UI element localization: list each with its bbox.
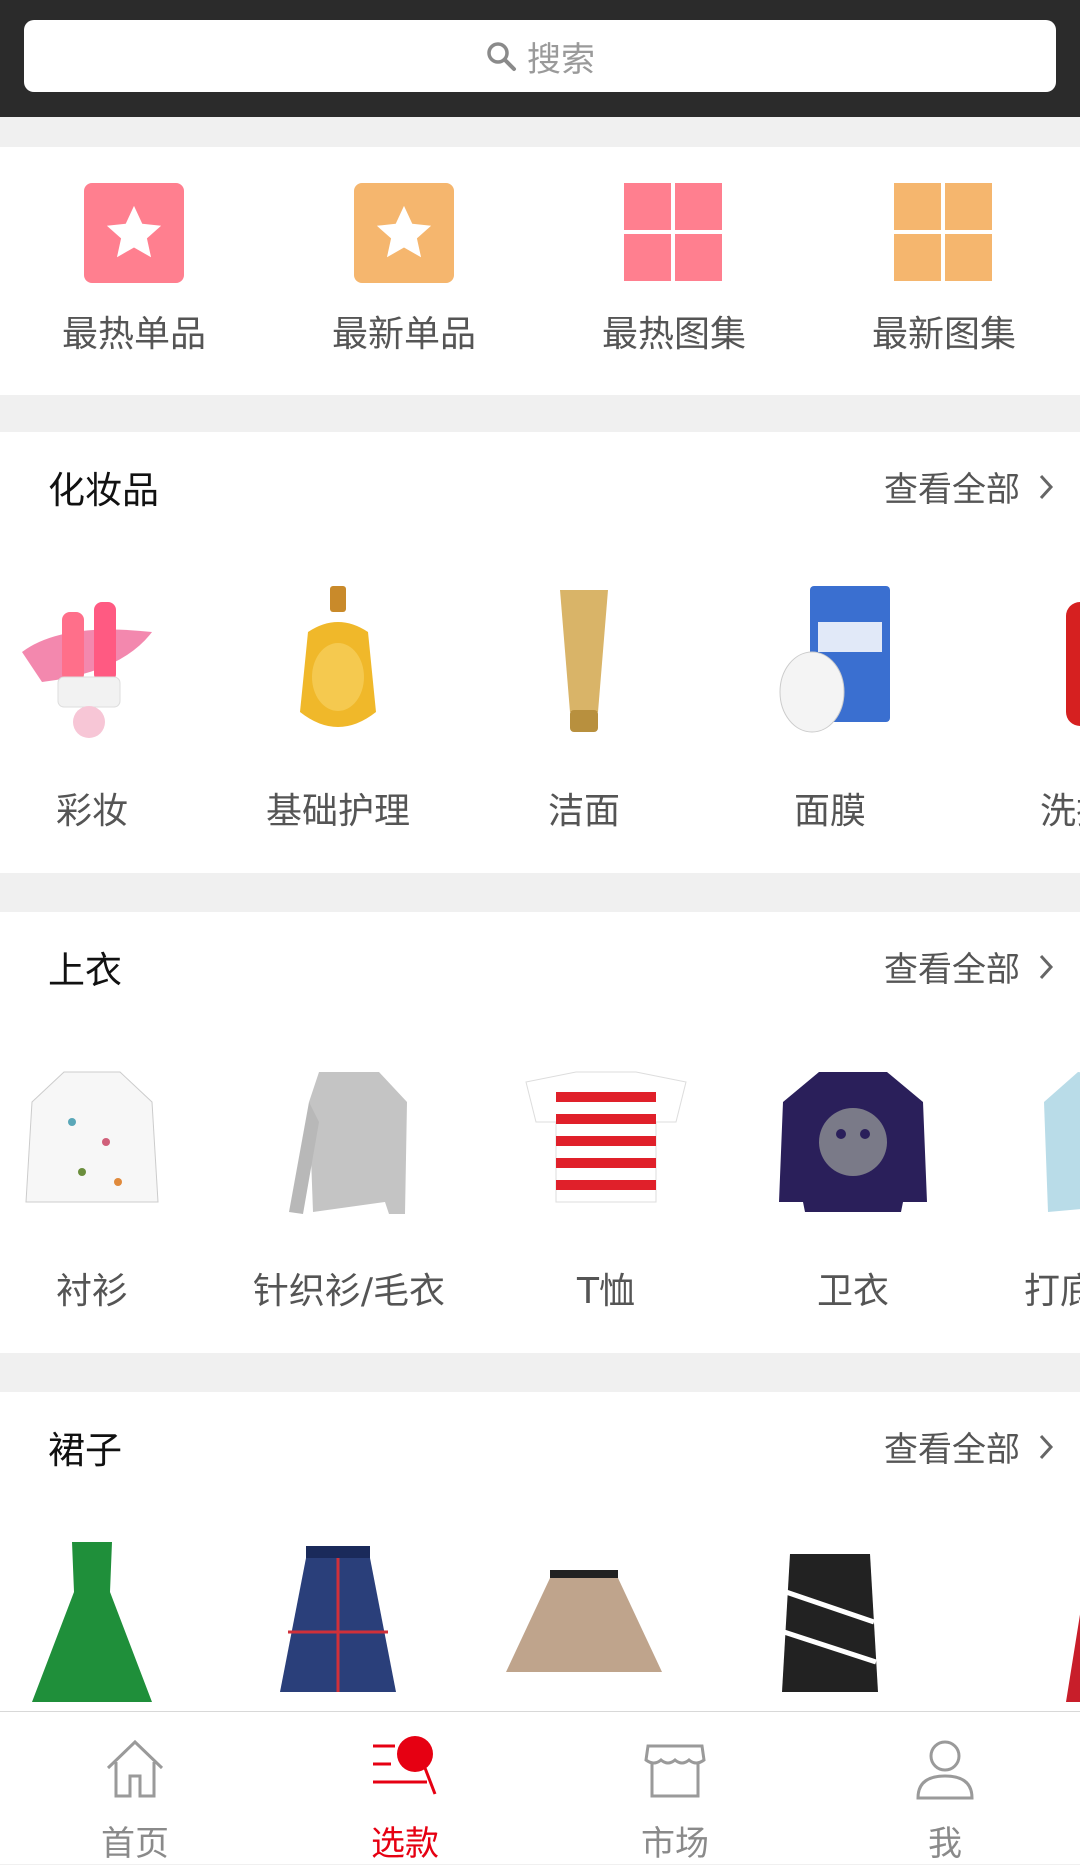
green-dress-image — [2, 1542, 182, 1702]
tab-label: 首页 — [101, 1824, 169, 1864]
section-title: 上衣 — [48, 949, 122, 992]
lipstick-image — [2, 582, 182, 742]
section-title: 裙子 — [48, 1429, 122, 1472]
striped-skirt-image — [740, 1542, 920, 1702]
search-icon — [487, 42, 516, 71]
category-label: 洁面 — [547, 791, 620, 832]
tab-pick-style[interactable]: 选款 — [305, 1724, 505, 1865]
shampoo-bottle-image — [986, 582, 1080, 742]
top-bar: 搜索 — [0, 0, 1080, 117]
quick-entry-new-albums[interactable]: 最新图集 — [834, 183, 1054, 357]
pick-style-icon — [373, 1736, 437, 1795]
section-cosmetics: 化妆品 查看全部 彩妆 基础护理 洁面 面膜 洗 — [0, 432, 1080, 873]
category-item[interactable]: 洁面 — [464, 582, 704, 834]
quick-entry-label: 最热图集 — [601, 314, 746, 355]
quick-entry-label: 最新单品 — [331, 314, 476, 355]
search-input[interactable]: 搜索 — [24, 20, 1056, 92]
view-all-label: 查看全部 — [884, 470, 1020, 510]
plaid-skirt-image — [248, 1542, 428, 1702]
quick-entry-new-items[interactable]: 最新单品 — [294, 183, 514, 357]
category-item[interactable]: 针织衫/毛衣 — [229, 1062, 469, 1314]
search-placeholder: 搜索 — [527, 39, 595, 80]
chevron-right-icon — [1039, 474, 1054, 499]
quick-entry-hot-items[interactable]: 最热单品 — [24, 183, 244, 357]
category-item[interactable]: 卫衣 — [733, 1062, 973, 1314]
tab-label: 我 — [928, 1824, 962, 1864]
category-item[interactable]: 面膜 — [710, 582, 950, 834]
section-tops: 上衣 查看全部 衬衫 针织衫/毛衣 T恤 卫衣 打底 — [0, 912, 1080, 1353]
tab-market[interactable]: 市场 — [575, 1724, 775, 1865]
category-label: T恤 — [577, 1271, 635, 1312]
red-dress-image — [986, 1542, 1080, 1702]
home-icon — [106, 1739, 164, 1798]
category-item[interactable]: 基础护理 — [218, 582, 458, 834]
category-item[interactable]: T恤 — [486, 1062, 726, 1314]
star-icon — [84, 183, 184, 283]
chevron-right-icon — [1039, 1434, 1054, 1459]
bottom-tab-bar: 首页 选款 市场 我 — [0, 1711, 1080, 1864]
light-blue-top-image — [988, 1062, 1080, 1222]
category-item[interactable] — [956, 1542, 1080, 1702]
view-all-link[interactable]: 查看全部 — [884, 462, 1054, 511]
quick-entry-label: 最新图集 — [871, 314, 1016, 355]
category-label: 卫衣 — [816, 1271, 889, 1312]
view-all-link[interactable]: 查看全部 — [884, 942, 1054, 991]
tulle-skirt-image — [494, 1542, 674, 1702]
person-icon — [916, 1740, 974, 1800]
quick-entry-panel: 最热单品 最新单品 最热图集 最新图集 — [0, 147, 1080, 395]
shirt-image — [2, 1062, 182, 1222]
grid-icon — [624, 183, 722, 281]
category-item[interactable]: 衬衫 — [0, 1062, 212, 1314]
category-item[interactable] — [218, 1542, 458, 1702]
star-icon — [354, 183, 454, 283]
category-label: 面膜 — [793, 791, 866, 832]
view-all-link[interactable]: 查看全部 — [884, 1422, 1054, 1471]
tab-home[interactable]: 首页 — [35, 1724, 235, 1865]
grid-icon — [894, 183, 992, 281]
section-skirts: 裙子 查看全部 — [0, 1392, 1080, 1722]
essence-bottle-image — [248, 582, 428, 742]
category-item[interactable]: 打底衫 — [958, 1062, 1080, 1314]
cleanser-tube-image — [494, 582, 674, 742]
sweater-image — [259, 1062, 439, 1222]
face-mask-image — [740, 582, 920, 742]
category-item[interactable] — [0, 1542, 212, 1702]
category-label: 针织衫/毛衣 — [252, 1271, 446, 1312]
category-item[interactable] — [710, 1542, 950, 1702]
quick-entry-label: 最热单品 — [61, 314, 206, 355]
tab-me[interactable]: 我 — [845, 1724, 1045, 1865]
quick-entry-hot-albums[interactable]: 最热图集 — [564, 183, 784, 357]
category-label: 打底衫 — [1023, 1271, 1080, 1312]
tab-label: 市场 — [641, 1824, 709, 1864]
section-title: 化妆品 — [48, 469, 159, 512]
view-all-label: 查看全部 — [884, 950, 1020, 990]
hoodie-image — [763, 1062, 943, 1222]
category-label: 衬衫 — [55, 1271, 128, 1312]
category-item[interactable]: 洗护 — [956, 582, 1080, 834]
category-item[interactable] — [464, 1542, 704, 1702]
category-label: 洗护 — [1039, 791, 1080, 832]
striped-tshirt-image — [516, 1062, 696, 1222]
tab-label: 选款 — [371, 1824, 439, 1864]
chevron-right-icon — [1039, 954, 1054, 979]
category-label: 彩妆 — [55, 791, 128, 832]
category-label: 基础护理 — [265, 791, 410, 832]
store-icon — [644, 1744, 706, 1798]
category-item[interactable]: 彩妆 — [0, 582, 212, 834]
view-all-label: 查看全部 — [884, 1430, 1020, 1470]
